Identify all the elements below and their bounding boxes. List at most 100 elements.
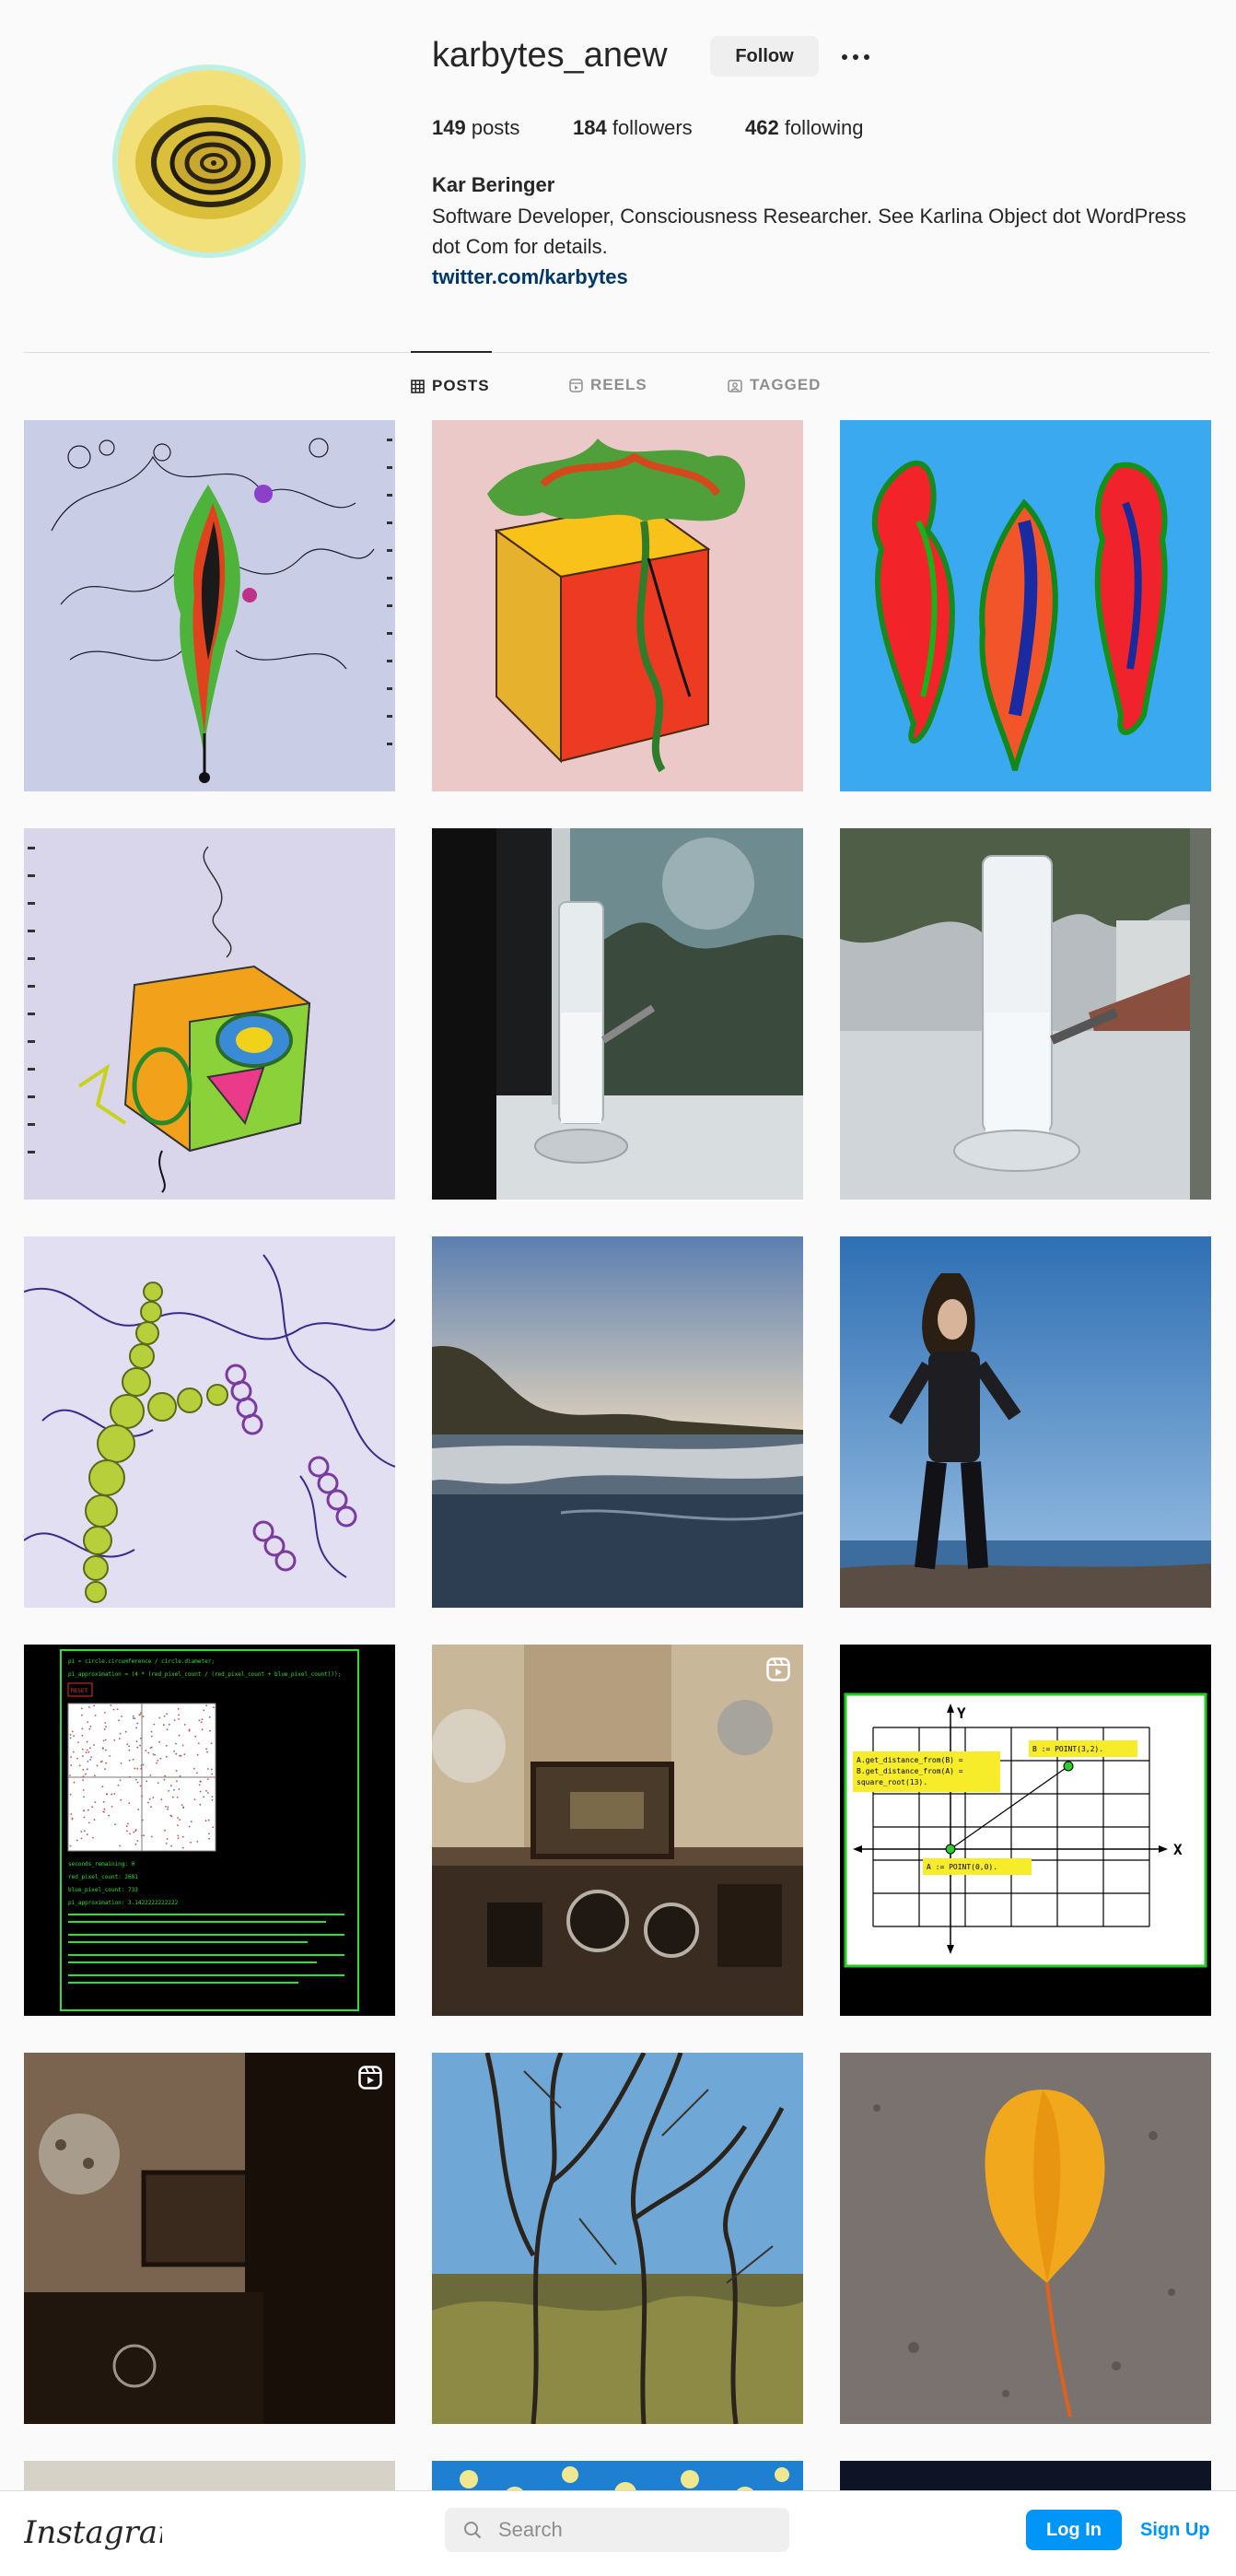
post-tile[interactable] (840, 828, 1211, 1200)
instagram-logo[interactable]: Instagram (23, 2508, 187, 2558)
code-post-dot (177, 1834, 180, 1837)
post-tile[interactable]: Y X B := POINT(3,2). A := POINT(0,0). A.… (840, 1645, 1211, 2016)
post-tile[interactable] (840, 420, 1211, 791)
login-button[interactable]: Log In (1026, 2510, 1122, 2550)
code-post-dot (149, 1774, 152, 1776)
post-image: Y X B := POINT(3,2). A := POINT(0,0). A.… (840, 1645, 1211, 2016)
search-input[interactable] (496, 2517, 767, 2543)
code-post-dot (181, 1846, 184, 1849)
code-post-dot (177, 1708, 180, 1710)
code-post-dot (140, 1712, 142, 1714)
diagram-label-distance: B.get_distance_from(A) = (857, 1767, 963, 1775)
diagram-label-distance: A.get_distance_from(B) = (857, 1756, 963, 1764)
code-post-dot (211, 1796, 214, 1797)
signup-button[interactable]: Sign Up (1140, 2510, 1210, 2550)
tab-posts[interactable]: POSTS (411, 351, 492, 419)
code-post-dot (192, 1767, 195, 1770)
code-post-dot (190, 1841, 192, 1844)
code-post-dot (104, 1712, 106, 1714)
code-post-dot (207, 1819, 210, 1821)
code-post-dot (138, 1714, 141, 1716)
post-image (432, 2053, 803, 2424)
code-post-dot (188, 1729, 191, 1732)
code-post-dot (206, 1768, 209, 1770)
follow-button[interactable]: Follow (710, 36, 819, 76)
code-post-dot (166, 1838, 169, 1840)
code-post-dot (69, 1844, 72, 1847)
code-post-dot (129, 1832, 131, 1835)
code-post-dot (181, 1835, 184, 1838)
post-tile[interactable] (840, 1236, 1211, 1608)
code-post-dot (139, 1785, 142, 1787)
code-post-dot (106, 1793, 108, 1796)
code-post-dot (210, 1768, 213, 1771)
code-post-dot (210, 1742, 213, 1745)
code-post-dot (121, 1715, 122, 1717)
code-post-dot (86, 1833, 88, 1836)
reel-icon (766, 1657, 790, 1681)
profile-bio: Software Developer, Consciousness Resear… (432, 205, 1186, 258)
post-tile[interactable] (432, 420, 803, 791)
post-tile[interactable] (432, 1236, 803, 1608)
code-post-dot (70, 1764, 73, 1766)
code-post-dot (170, 1844, 173, 1847)
following-count[interactable]: 462 following (745, 113, 863, 143)
code-post-dot (177, 1817, 180, 1819)
code-post-dot (93, 1819, 96, 1821)
profile-full-name: Kar Beringer (432, 173, 555, 196)
code-post-dot (101, 1786, 104, 1788)
post-tile[interactable] (24, 828, 395, 1200)
code-post-dot (179, 1819, 181, 1821)
code-post-dot (198, 1784, 201, 1786)
code-post-dot (104, 1739, 107, 1741)
code-post-dot (158, 1716, 161, 1719)
code-post-dot (167, 1808, 169, 1810)
code-post-dot (82, 1755, 84, 1757)
post-tile[interactable] (840, 2053, 1211, 2424)
code-post-dot (190, 1821, 192, 1822)
code-post-dot (178, 1734, 181, 1737)
search-box[interactable] (445, 2508, 789, 2552)
code-post-dot (203, 1709, 205, 1712)
post-image (24, 828, 395, 1200)
post-tile[interactable] (432, 828, 803, 1200)
post-tile[interactable]: pi = circle.circumference / circle.diame… (24, 1645, 395, 2016)
code-post-dot (87, 1809, 89, 1811)
tab-tagged[interactable]: TAGGED (728, 352, 821, 418)
code-post-dot (124, 1730, 127, 1733)
code-post-dot (73, 1781, 76, 1784)
code-post-dot (152, 1753, 155, 1755)
more-options-icon[interactable] (837, 41, 874, 74)
tab-reels[interactable]: REELS (569, 352, 647, 418)
code-post-dot (81, 1748, 84, 1751)
code-post-dot (156, 1762, 158, 1764)
post-tile[interactable] (24, 2053, 395, 2424)
code-post-dot (151, 1835, 153, 1838)
profile-avatar[interactable] (112, 64, 306, 258)
code-post-dot (211, 1798, 214, 1801)
profile-link[interactable]: twitter.com/karbytes (432, 262, 628, 292)
code-post-dot (119, 1732, 122, 1735)
code-post-dot (171, 1796, 174, 1798)
post-tile[interactable] (432, 1645, 803, 2016)
code-post-dot (200, 1781, 202, 1783)
code-post-dot (111, 1793, 113, 1796)
post-tile[interactable] (24, 1236, 395, 1608)
code-post-dot (146, 1801, 149, 1804)
code-post-dot (166, 1713, 169, 1715)
post-tile[interactable] (432, 2053, 803, 2424)
code-post-dot (181, 1744, 184, 1747)
followers-count[interactable]: 184 followers (573, 113, 745, 143)
code-post-dot (127, 1822, 129, 1825)
code-post-dot (157, 1760, 159, 1762)
code-post-dot (69, 1733, 72, 1736)
code-line: seconds_remaining: 0 (68, 1861, 135, 1868)
post-image: pi = circle.circumference / circle.diame… (24, 1645, 395, 2016)
code-post-dot (85, 1773, 87, 1775)
code-post-dot (168, 1723, 170, 1726)
code-post-dot (212, 1706, 215, 1709)
code-line: pi_approximation = (4 * (red_pixel_count… (68, 1671, 341, 1678)
post-image (24, 420, 395, 791)
post-tile[interactable] (24, 420, 395, 791)
code-line: pi_approximation: 3.1422222222222 (68, 1900, 179, 1906)
